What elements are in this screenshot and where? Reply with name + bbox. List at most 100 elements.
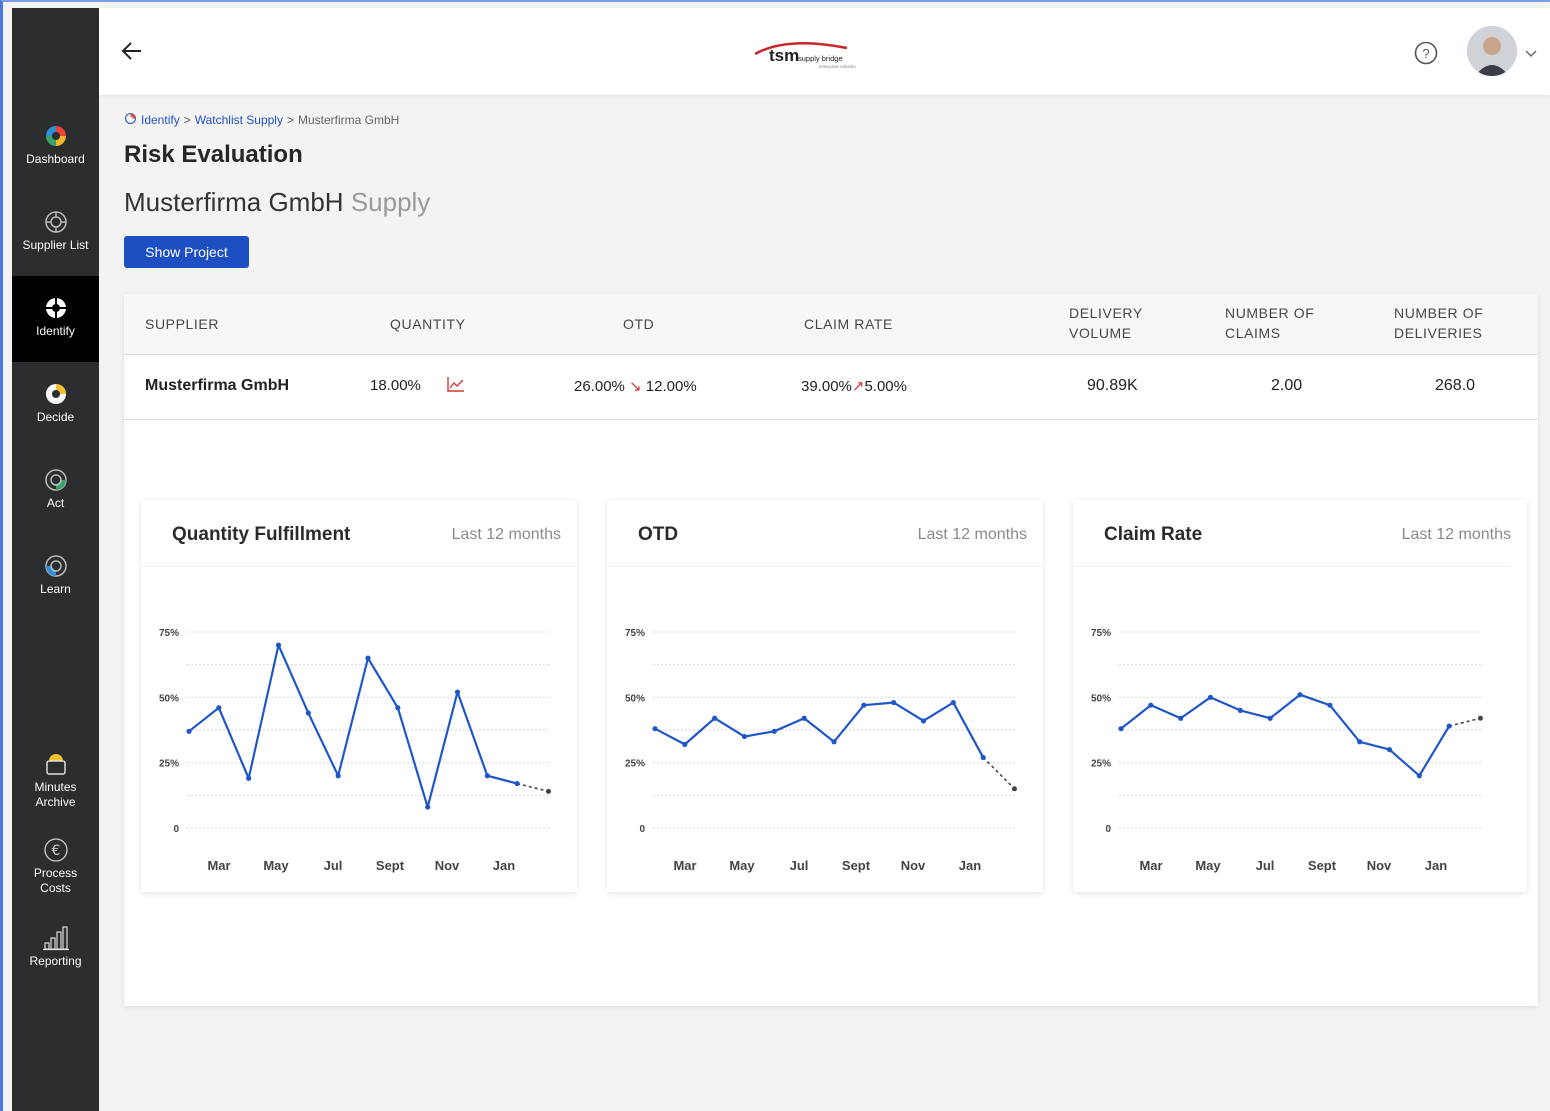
user-avatar[interactable] [1467, 26, 1517, 76]
y-tick-label: 75% [625, 628, 645, 639]
logo-tagline: enterprise solution [819, 64, 856, 69]
breadcrumb-separator: > [286, 113, 294, 127]
top-header: tsm supply bridge enterprise solution ? [99, 8, 1550, 95]
data-point [920, 718, 927, 724]
breadcrumb-current: Musterfirma GmbH [298, 113, 400, 127]
claim-from: 39.00% [801, 378, 852, 395]
sidebar-item-minutes-archive[interactable]: Minutes Archive [12, 732, 99, 818]
column-header-delivery-volume: DELIVERY VOLUME [1069, 305, 1143, 341]
identify-ring-icon [42, 294, 70, 322]
data-point [1327, 702, 1333, 708]
page-title: Risk Evaluation [124, 141, 303, 168]
x-tick-label: Mar [207, 858, 230, 873]
logo-subtext: supply bridge [798, 54, 843, 63]
cell-quantity: 18.00% [370, 377, 421, 394]
x-tick-label: Jan [493, 858, 515, 873]
chart-title: Quantity Fulfillment [172, 524, 351, 545]
data-point [275, 642, 282, 648]
company-heading: Musterfirma GmbH Supply [124, 187, 430, 218]
arrow-up-right-icon: ↗ [851, 378, 865, 395]
data-point [425, 804, 431, 810]
sidebar-item-label: Dashboard [26, 152, 85, 166]
data-point [652, 726, 658, 732]
sidebar-item-label: Act [46, 496, 65, 510]
learn-ring-icon [42, 552, 70, 580]
y-tick-label: 25% [1091, 759, 1111, 770]
help-icon[interactable]: ? [1413, 40, 1439, 66]
y-tick-label: 0 [173, 824, 179, 835]
column-header-supplier: SUPPLIER [145, 316, 220, 332]
data-point [1416, 773, 1422, 779]
data-point [950, 699, 956, 706]
series-line [188, 643, 518, 809]
y-tick-label: 50% [1091, 693, 1111, 704]
data-point [365, 655, 371, 661]
cell-claim-rate: 39.00%↗5.00% [801, 377, 907, 395]
data-point [1267, 715, 1273, 721]
projection-line [1448, 717, 1481, 727]
breadcrumb-link-identify[interactable]: Identify [141, 113, 180, 127]
x-tick-label: Nov [435, 858, 460, 873]
column-header-number-of-claims: NUMBER OF CLAIMS [1225, 305, 1315, 341]
data-point [1446, 723, 1452, 729]
minutes-archive-icon [42, 750, 70, 778]
sidebar-item-label: Minutes Archive [34, 780, 77, 809]
sidebar-item-process-costs[interactable]: € Process Costs [12, 818, 99, 904]
sidebar-item-learn[interactable]: Learn [12, 534, 99, 620]
cell-number-of-claims: 2.00 [1271, 377, 1303, 394]
back-arrow-icon[interactable] [119, 38, 145, 64]
line-chart-otd: 75% 50% 25% 0 Mar May Jul Sept Nov Jan [625, 628, 1017, 873]
chevron-down-icon[interactable] [1525, 46, 1537, 57]
y-tick-label: 50% [625, 693, 645, 704]
chart-card-otd: OTD Last 12 months 75% 50% 25% 0 Mar May Jul Se… [607, 500, 1043, 892]
trend-chart-icon[interactable] [446, 374, 466, 398]
projection-line [516, 782, 549, 793]
projection-point [545, 788, 551, 794]
sidebar-item-label: Supplier List [22, 238, 89, 252]
company-suffix: Supply [350, 187, 431, 217]
euro-icon: € [42, 836, 70, 864]
data-point [1357, 739, 1363, 745]
chart-period: Last 12 months [451, 526, 561, 543]
chart-divider [1073, 566, 1509, 567]
sidebar-item-label: Learn [40, 582, 71, 596]
data-point [741, 733, 748, 740]
x-tick-label: Mar [1139, 858, 1162, 873]
sidebar-item-act[interactable]: Act [12, 448, 99, 534]
sidebar-item-supplier-list[interactable]: Supplier List [12, 190, 99, 276]
y-tick-label: 75% [1091, 628, 1111, 639]
data-point [1118, 726, 1124, 732]
y-tick-label: 25% [159, 759, 179, 770]
column-header-quantity: QUANTITY [390, 316, 466, 332]
breadcrumb-link-watchlist-supply[interactable]: Watchlist Supply [195, 113, 283, 127]
tsm-logo: tsm supply bridge enterprise solution [747, 34, 867, 74]
show-project-button[interactable]: Show Project [124, 236, 249, 268]
data-point [891, 699, 897, 706]
data-point [395, 705, 401, 711]
sidebar-item-identify[interactable]: Identify [12, 276, 99, 362]
sidebar-item-label: Identify [36, 324, 75, 338]
sidebar: Dashboard Supplier List Identify Decide … [12, 8, 99, 1111]
data-point [861, 702, 867, 708]
breadcrumb: Identify > Watchlist Supply > Musterfirm… [124, 112, 399, 128]
data-point [1178, 715, 1184, 721]
data-point [216, 705, 222, 711]
arrow-down-right-icon: ↘ [629, 378, 642, 395]
chart-title: Claim Rate [1104, 524, 1203, 545]
supplier-list-ring-icon [42, 208, 70, 236]
cell-number-of-deliveries: 268.0 [1435, 377, 1476, 394]
table-row[interactable]: Musterfirma GmbH 18.00% 26.00% ↘ 12.00% … [124, 355, 1538, 420]
data-point [186, 728, 192, 734]
line-chart-claim-rate: 75% 50% 25% 0 Mar May Jul Sept Nov Jan [1091, 628, 1483, 873]
sidebar-item-label: Process Costs [33, 866, 78, 895]
sidebar-item-reporting[interactable]: Reporting [12, 906, 99, 992]
x-tick-label: May [263, 858, 289, 873]
data-point [454, 689, 461, 695]
data-point [712, 715, 718, 721]
y-tick-label: 0 [639, 824, 645, 835]
sidebar-item-decide[interactable]: Decide [12, 362, 99, 448]
data-point [682, 741, 688, 747]
sidebar-item-dashboard[interactable]: Dashboard [12, 104, 99, 190]
data-point [305, 710, 311, 716]
y-tick-label: 75% [159, 628, 179, 639]
